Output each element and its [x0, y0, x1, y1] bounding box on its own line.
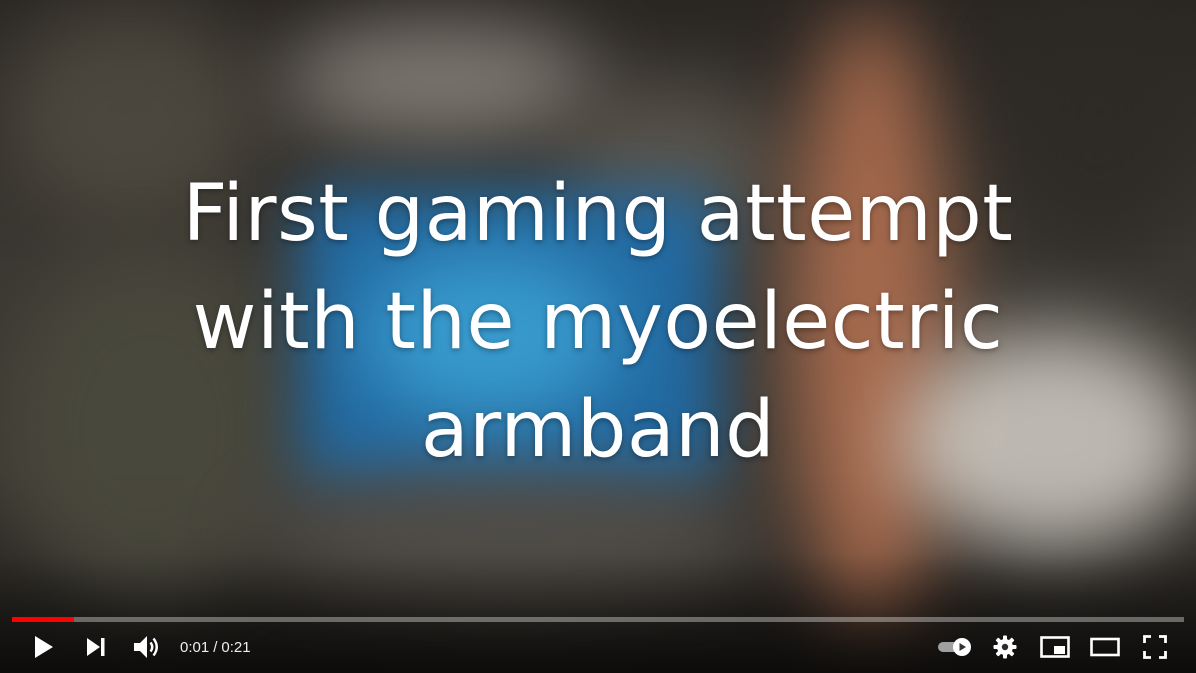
fullscreen-icon: [1143, 635, 1167, 659]
time-separator: /: [213, 638, 218, 656]
player-controls: 0:01/0:21: [0, 624, 1196, 670]
miniplayer-icon: [1040, 636, 1070, 658]
volume-button[interactable]: [122, 624, 174, 670]
theater-mode-icon: [1090, 637, 1120, 657]
current-time: 0:01: [180, 638, 210, 656]
title-line: armband: [420, 385, 776, 475]
progress-played: [12, 617, 75, 622]
miniplayer-button[interactable]: [1030, 624, 1080, 670]
theater-mode-button[interactable]: [1080, 624, 1130, 670]
title-line: with the myoelectric: [192, 277, 1004, 367]
next-button[interactable]: [70, 624, 122, 670]
autoplay-toggle[interactable]: [930, 624, 980, 670]
time-display: 0:01/0:21: [180, 639, 251, 656]
settings-button[interactable]: [980, 624, 1030, 670]
video-title-overlay: First gaming attempt with the myoelectri…: [0, 160, 1196, 484]
duration: 0:21: [221, 638, 251, 656]
fullscreen-button[interactable]: [1130, 624, 1180, 670]
next-icon: [87, 638, 105, 656]
play-button[interactable]: [18, 624, 70, 670]
right-controls: [930, 624, 1196, 670]
volume-icon: [134, 636, 158, 658]
title-line: First gaming attempt: [182, 169, 1014, 259]
background-blur: [280, 20, 600, 140]
left-controls: 0:01/0:21: [0, 624, 251, 670]
gear-icon: [993, 635, 1017, 659]
video-player[interactable]: First gaming attempt with the myoelectri…: [0, 0, 1196, 673]
play-icon: [35, 636, 53, 658]
autoplay-toggle-icon: [938, 638, 971, 656]
progress-bar[interactable]: [12, 617, 1184, 622]
